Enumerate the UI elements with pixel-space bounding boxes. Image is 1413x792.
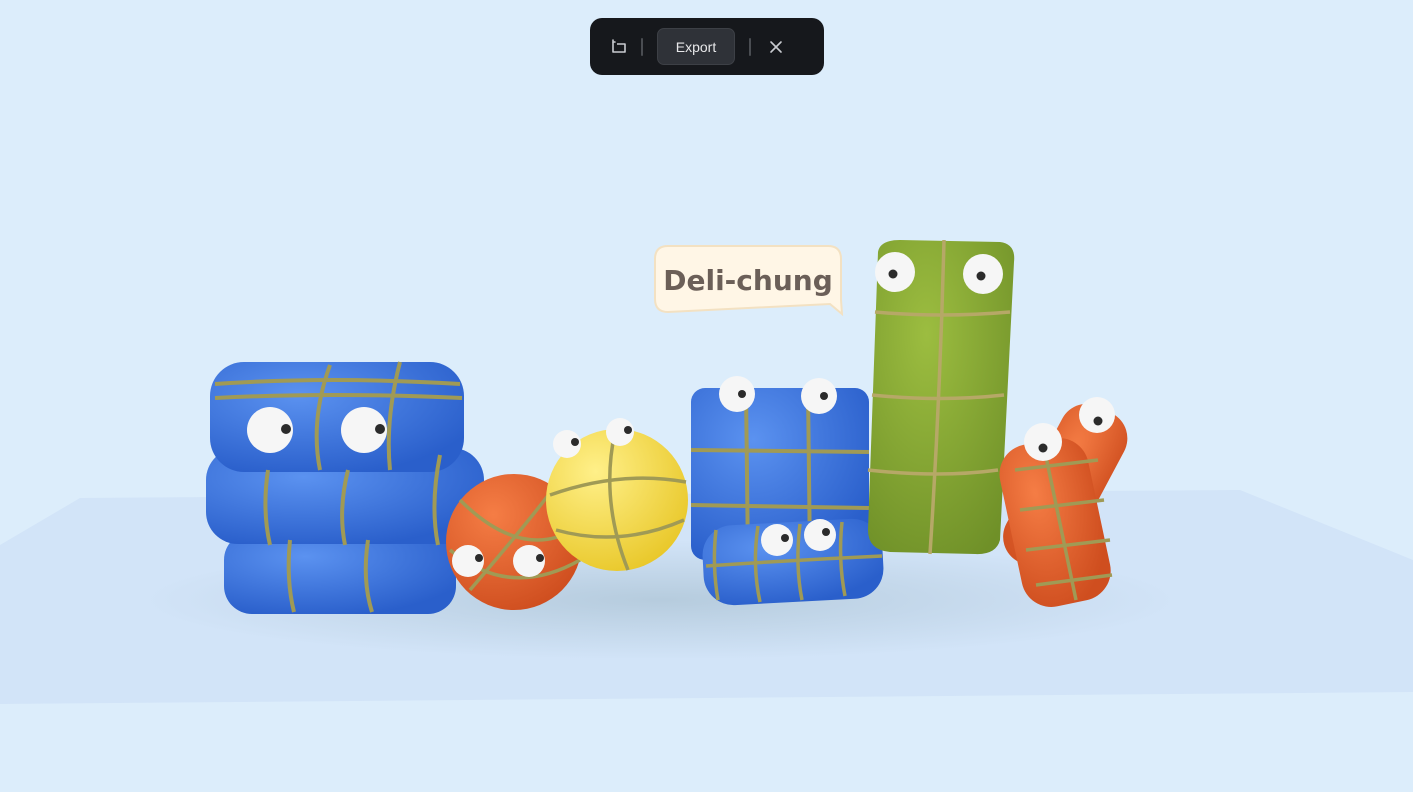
- toolbar-separator: [749, 37, 751, 56]
- yellow-ball-character[interactable]: [546, 418, 688, 571]
- close-icon[interactable]: [765, 36, 787, 58]
- undo-icon[interactable]: [608, 36, 630, 58]
- floating-toolbar: Export: [590, 18, 824, 75]
- blue-bag-stack[interactable]: [206, 361, 484, 614]
- speech-bubble: Deli-chung: [654, 245, 844, 317]
- scene-canvas[interactable]: Deli-chung: [0, 0, 1413, 792]
- blue-roll-character[interactable]: [701, 517, 885, 606]
- speech-bubble-text: Deli-chung: [663, 264, 833, 297]
- export-button[interactable]: Export: [657, 28, 735, 65]
- toolbar-separator: [641, 37, 643, 56]
- green-tall-character[interactable]: [867, 239, 1015, 555]
